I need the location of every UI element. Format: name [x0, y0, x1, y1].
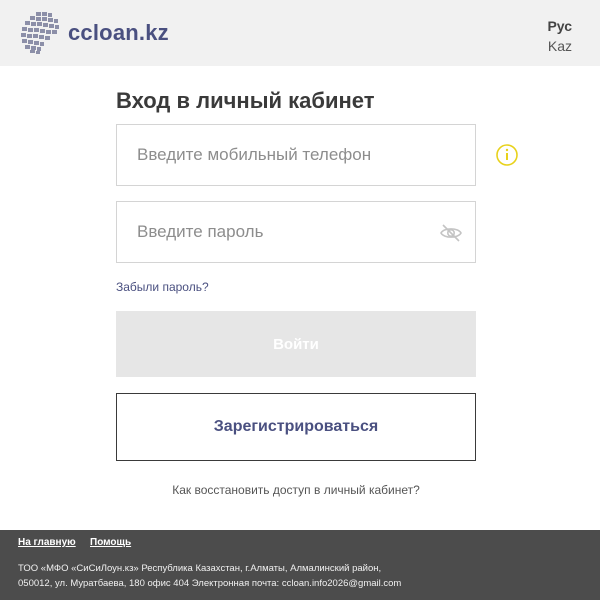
- site-header: ccloan.kz Рус Kaz: [0, 0, 600, 66]
- restore-access-link[interactable]: Как восстановить доступ в личный кабинет…: [0, 483, 592, 497]
- forgot-password-link[interactable]: Забыли пароль?: [116, 280, 209, 294]
- footer-address-line-1: ТОО «МФО «СиСиЛоун.кз» Республика Казахс…: [18, 563, 382, 574]
- site-footer: На главную Помощь ТОО «МФО «СиСиЛоун.кз»…: [0, 530, 600, 600]
- language-ru[interactable]: Рус: [547, 18, 572, 34]
- footer-link-home[interactable]: На главную: [18, 537, 76, 548]
- globe-grid-logo-icon[interactable]: [18, 10, 64, 56]
- footer-address-line-2: 050012, ул. Муратбаева, 180 офис 404 Эле…: [18, 578, 402, 589]
- footer-link-help[interactable]: Помощь: [90, 537, 131, 548]
- register-button[interactable]: Зарегистрироваться: [116, 393, 476, 461]
- language-kz[interactable]: Kaz: [548, 38, 572, 54]
- login-button[interactable]: Войти: [116, 311, 476, 377]
- password-field: [116, 201, 476, 263]
- logo-text[interactable]: ccloan.kz: [68, 20, 169, 46]
- info-icon[interactable]: [495, 143, 519, 167]
- password-input[interactable]: [117, 202, 475, 262]
- page-title: Вход в личный кабинет: [116, 88, 375, 113]
- phone-field: [116, 124, 476, 186]
- phone-input[interactable]: [117, 125, 475, 185]
- eye-off-icon[interactable]: [439, 221, 463, 245]
